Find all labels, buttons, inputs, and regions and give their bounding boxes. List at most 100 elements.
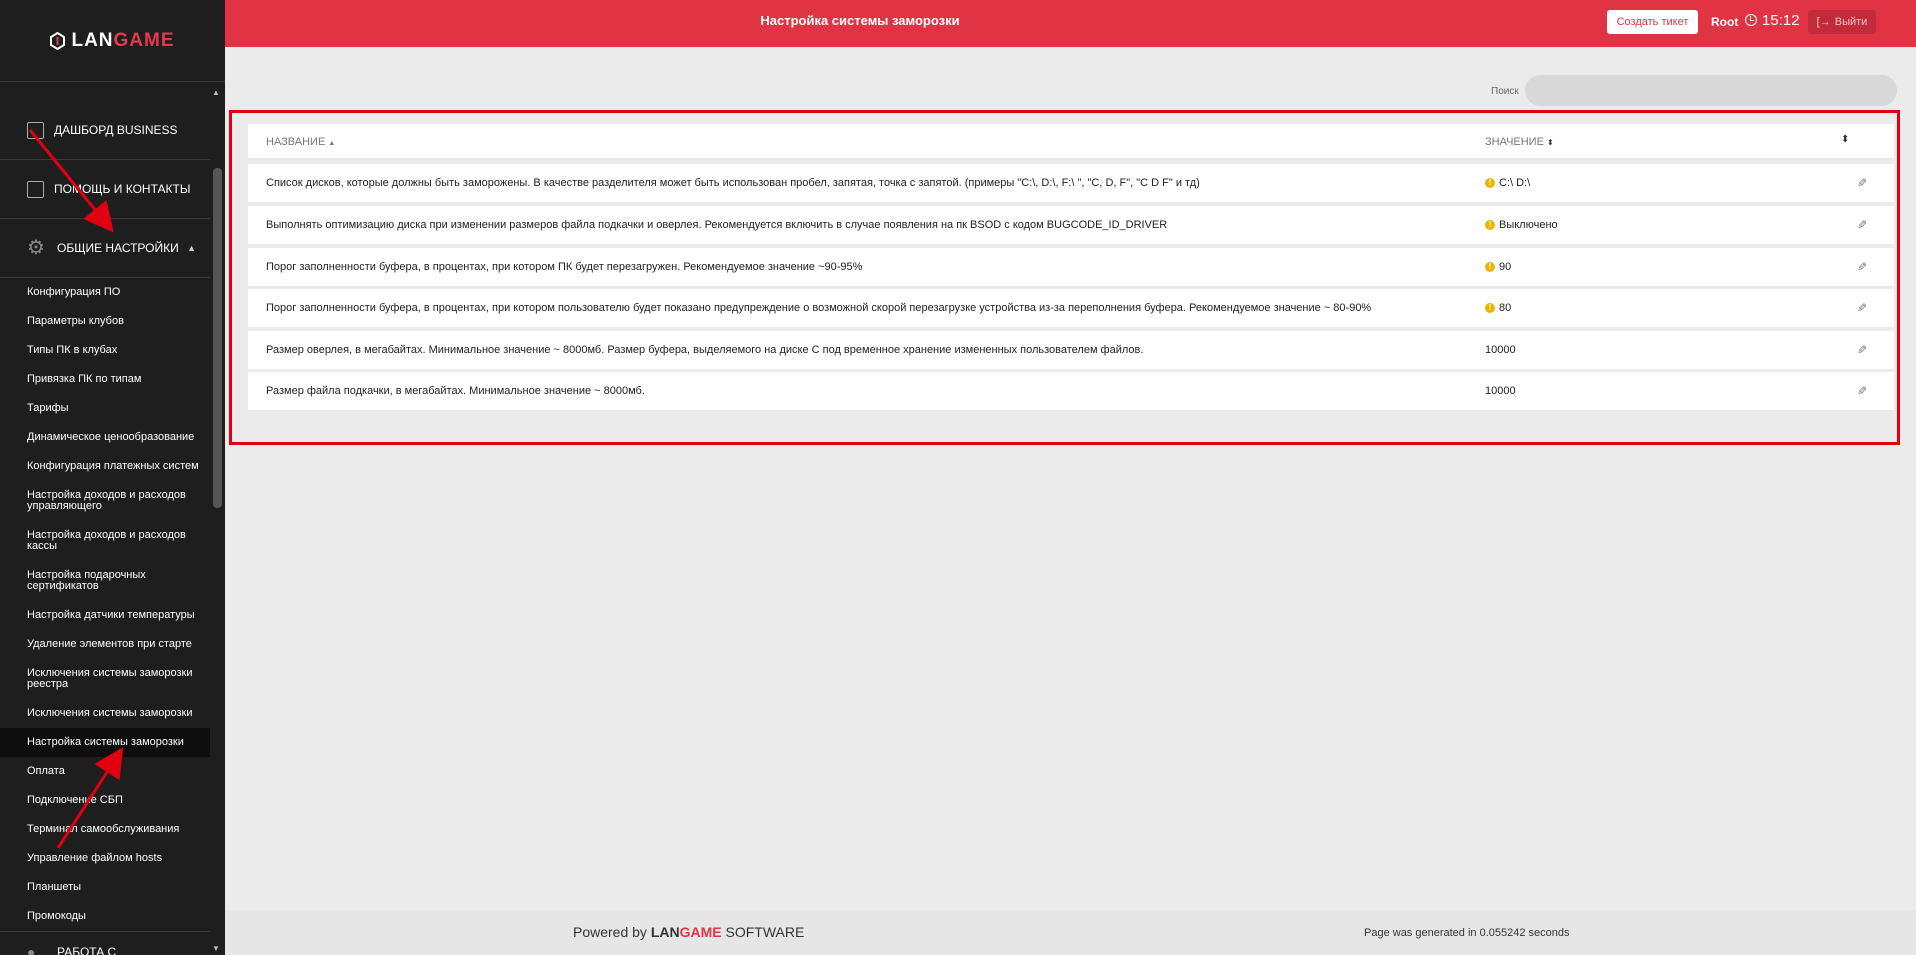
scrollbar-thumb[interactable] [213, 168, 222, 508]
sidebar-item[interactable]: Исключения системы заморозки [0, 699, 210, 728]
warning-icon: ! [1485, 220, 1495, 230]
logout-label: Выйти [1834, 16, 1868, 28]
sidebar-item-label: Исключения системы заморозки [27, 707, 193, 719]
sidebar: LANGAME ДАШБОРД BUSINESS ПОМОЩЬ И КОНТАК… [0, 0, 225, 955]
table-row[interactable]: Размер файла подкачки, в мегабайтах. Мин… [248, 372, 1894, 410]
table-row[interactable]: Список дисков, которые должны быть замор… [248, 164, 1894, 202]
sidebar-item-label: Конфигурация ПО [27, 286, 121, 298]
setting-name: Список дисков, которые должны быть замор… [266, 177, 1200, 189]
sidebar-item[interactable]: Исключения системы заморозки реестра [0, 659, 210, 699]
logo-area: LANGAME [0, 0, 225, 82]
checkbox-icon [27, 121, 44, 139]
table-row[interactable]: Порог заполненности буфера, в процентах,… [248, 289, 1894, 327]
sidebar-item[interactable]: Удаление элементов при старте [0, 630, 210, 659]
sidebar-item[interactable]: Настройка доходов и расходов управляющег… [0, 481, 210, 521]
setting-name: Размер оверлея, в мегабайтах. Минимально… [266, 344, 1144, 356]
sidebar-item-label: Настройка системы заморозки [27, 736, 184, 748]
setting-value: 10000 [1485, 344, 1516, 356]
setting-value: 90 [1499, 261, 1512, 273]
edit-pencil-icon[interactable]: ✎ [1857, 301, 1867, 315]
sidebar-item-label: Планшеты [27, 881, 82, 893]
sidebar-item-label: Терминал самообслуживания [27, 823, 180, 835]
sidebar-item-label: Исключения системы заморозки реестра [27, 667, 193, 690]
sidebar-item-active[interactable]: Настройка системы заморозки [0, 728, 210, 757]
sort-icon: ⬍ [1546, 138, 1554, 147]
scroll-down-icon[interactable]: ▼ [212, 944, 220, 953]
edit-pencil-icon[interactable]: ✎ [1857, 176, 1867, 190]
setting-name: Порог заполненности буфера, в процентах,… [266, 302, 1372, 314]
setting-value: 80 [1499, 302, 1512, 314]
sidebar-item[interactable]: Подключение СБП [0, 786, 210, 815]
sidebar-submenu: Конфигурация ПО Параметры клубов Типы ПК… [0, 278, 210, 955]
user-icon: ● [27, 943, 36, 955]
sidebar-item-label: Промокоды [27, 910, 86, 922]
sidebar-item-label: Настройка доходов и расходов управляющег… [27, 489, 186, 512]
scroll-up-icon[interactable]: ▲ [212, 88, 220, 97]
setting-value: Выключено [1499, 219, 1558, 231]
user-name[interactable]: Root [1711, 15, 1738, 29]
sidebar-item-label: Типы ПК в клубах [27, 344, 118, 356]
sidebar-item[interactable]: Планшеты [0, 873, 210, 902]
logout-button[interactable]: [→ Выйти [1808, 10, 1876, 34]
sidebar-block-label: РАБОТА С [57, 944, 117, 955]
column-header-value[interactable]: ЗНАЧЕНИЕ ⬍ [1485, 136, 1554, 148]
edit-icon [27, 180, 44, 198]
edit-pencil-icon[interactable]: ✎ [1857, 218, 1867, 232]
sidebar-item[interactable]: Настройка подарочных сертификатов [0, 561, 210, 601]
footer-brand-part1: LAN [650, 924, 680, 940]
table-header: НАЗВАНИЕ ▲ ЗНАЧЕНИЕ ⬍ ⬍ [248, 124, 1894, 158]
logout-icon: [→ [1816, 16, 1831, 28]
edit-pencil-icon[interactable]: ✎ [1857, 384, 1867, 398]
sort-icon[interactable]: ⬍ [1841, 134, 1849, 145]
sidebar-block-work[interactable]: ● РАБОТА С [0, 931, 210, 955]
column-header-label: НАЗВАНИЕ [266, 136, 326, 148]
table-row[interactable]: Выполнять оптимизацию диска при изменени… [248, 206, 1894, 244]
create-ticket-button[interactable]: Создать тикет [1607, 10, 1698, 34]
sidebar-item-label: Динамическое ценообразование [27, 431, 195, 443]
sidebar-item[interactable]: Конфигурация ПО [0, 278, 210, 307]
sidebar-item[interactable]: Оплата [0, 757, 210, 786]
sidebar-block-label: ОБЩИЕ НАСТРОЙКИ [57, 241, 179, 255]
sidebar-item-label: Привязка ПК по типам [27, 373, 142, 385]
sidebar-item-label: Оплата [27, 765, 65, 777]
sidebar-block-dashboard[interactable]: ДАШБОРД BUSINESS [0, 101, 210, 160]
setting-name: Размер файла подкачки, в мегабайтах. Мин… [266, 385, 645, 397]
caret-up-icon: ▲ [187, 243, 196, 253]
sidebar-block-help[interactable]: ПОМОЩЬ И КОНТАКТЫ [0, 160, 210, 219]
table-row[interactable]: Порог заполненности буфера, в процентах,… [248, 248, 1894, 286]
sort-asc-icon: ▲ [328, 140, 336, 147]
langame-logo-icon [50, 31, 66, 50]
powered-by-label: Powered by [573, 924, 647, 940]
sidebar-item[interactable]: Терминал самообслуживания [0, 815, 210, 844]
sidebar-item[interactable]: Типы ПК в клубах [0, 336, 210, 365]
sidebar-block-general-settings[interactable]: ⚙ ОБЩИЕ НАСТРОЙКИ ▲ [0, 219, 210, 278]
warning-icon: ! [1485, 262, 1495, 272]
clock-time: 15:12 [1762, 12, 1800, 29]
sidebar-item[interactable]: Тарифы [0, 394, 210, 423]
search-input[interactable] [1525, 75, 1897, 106]
sidebar-item[interactable]: Параметры клубов [0, 307, 210, 336]
setting-name: Порог заполненности буфера, в процентах,… [266, 261, 863, 273]
sidebar-item[interactable]: Управление файлом hosts [0, 844, 210, 873]
sidebar-item-label: Конфигурация платежных систем [27, 460, 199, 472]
brand-part1: LAN [71, 29, 114, 51]
sidebar-block-label: ДАШБОРД BUSINESS [54, 123, 178, 137]
edit-pencil-icon[interactable]: ✎ [1857, 343, 1867, 357]
sidebar-item[interactable]: Промокоды [0, 902, 210, 931]
search-label: Поиск [1491, 86, 1519, 97]
table-row[interactable]: Размер оверлея, в мегабайтах. Минимально… [248, 331, 1894, 369]
footer-software: SOFTWARE [725, 924, 805, 940]
sidebar-scrollbar[interactable]: ▲ ▼ [210, 84, 225, 955]
brand-logo[interactable]: LANGAME [50, 30, 174, 52]
edit-pencil-icon[interactable]: ✎ [1857, 260, 1867, 274]
sidebar-item[interactable]: Настройка датчики температуры [0, 601, 210, 630]
sidebar-item[interactable]: Конфигурация платежных систем [0, 452, 210, 481]
generation-time: Page was generated in 0.055242 seconds [1364, 927, 1570, 939]
footer: Powered by LANGAME SOFTWARE Page was gen… [225, 910, 1916, 955]
sidebar-item[interactable]: Динамическое ценообразование [0, 423, 210, 452]
sidebar-item[interactable]: Настройка доходов и расходов кассы [0, 521, 210, 561]
warning-icon: ! [1485, 178, 1495, 188]
column-header-name[interactable]: НАЗВАНИЕ ▲ [266, 136, 335, 148]
sidebar-item[interactable]: Привязка ПК по типам [0, 365, 210, 394]
top-bar: Настройка системы заморозки Создать тике… [225, 0, 1916, 47]
